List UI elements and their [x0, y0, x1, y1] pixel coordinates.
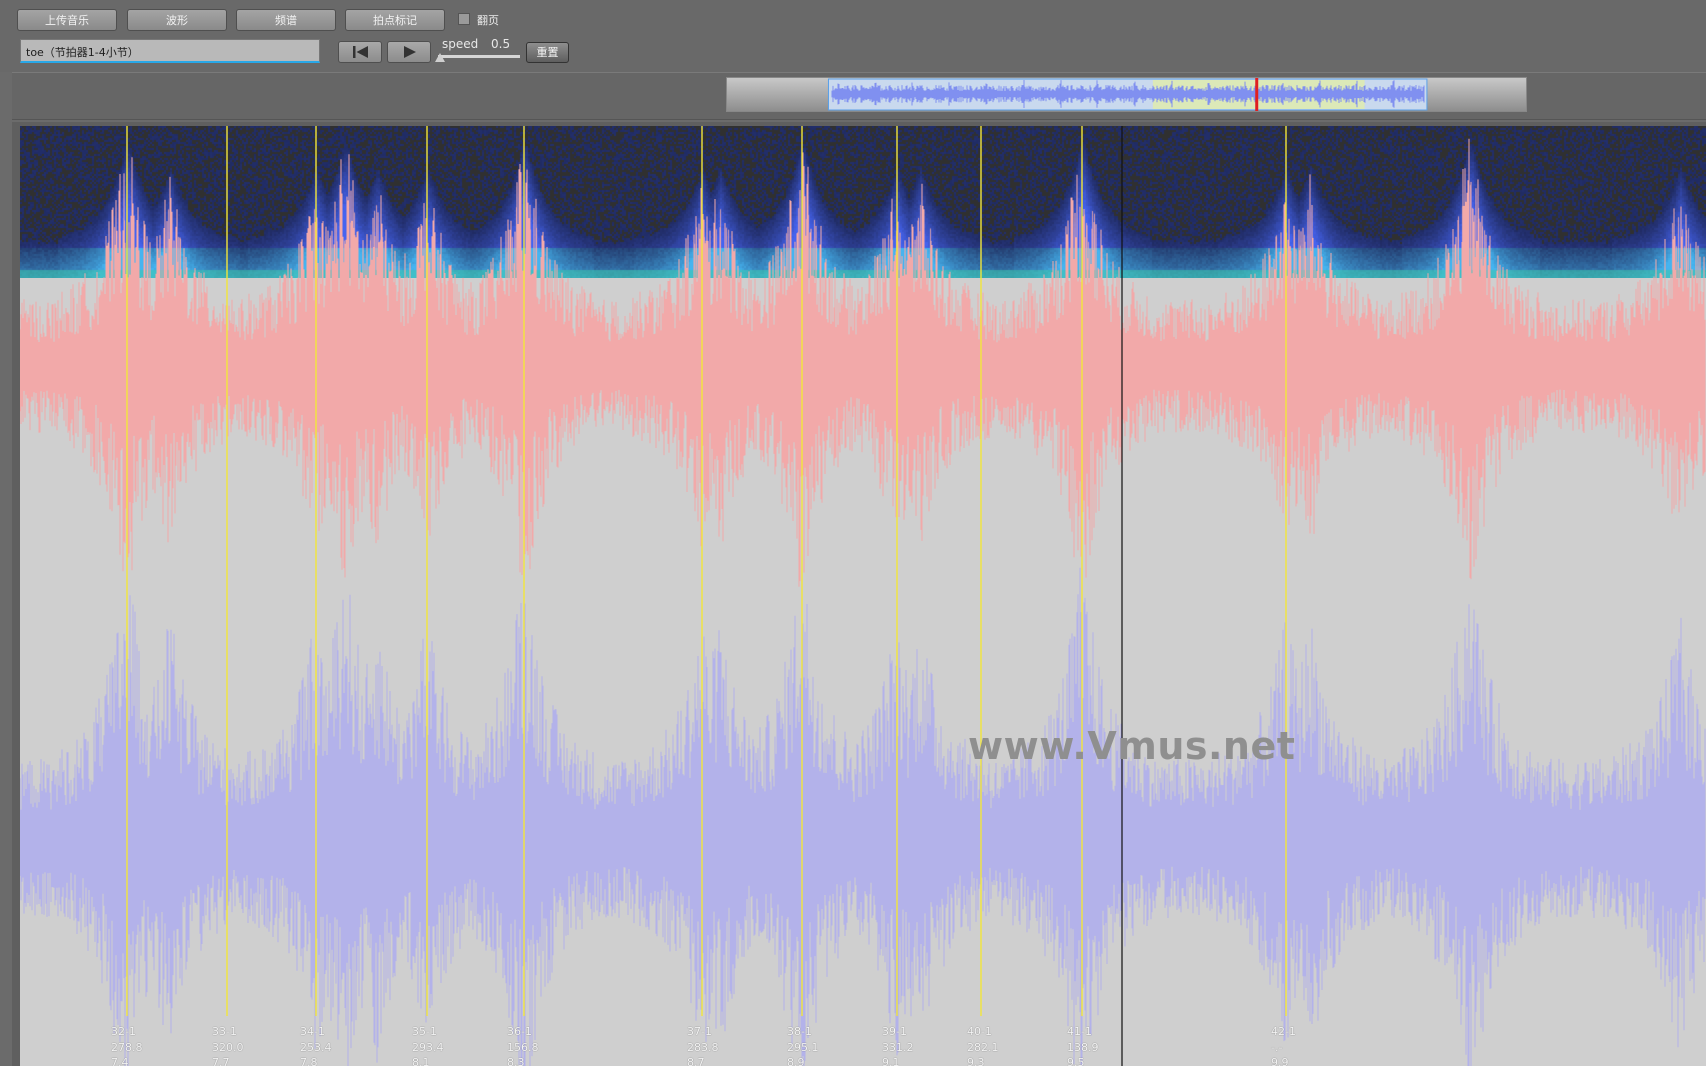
beat-time: 8.7 — [687, 1056, 705, 1066]
beat-bpm: 320.0 — [212, 1040, 244, 1054]
beat-bpm: 295.1 — [787, 1040, 819, 1054]
beat-label: 40-1 — [967, 1025, 992, 1038]
speed-label: speed — [442, 37, 479, 51]
beat-bpm: 282.1 — [967, 1040, 999, 1054]
upload-music-button[interactable]: 上传音乐 — [17, 9, 117, 31]
beat-label-33-1: 33-1 320.0 7.7 — [212, 1024, 244, 1066]
overview-strip[interactable] — [726, 77, 1527, 112]
beat-label: 38-1 — [787, 1025, 812, 1038]
waveform-editor[interactable]: www.Vmus.net 32-1 278.8 7.4 33-1 320.0 7.7 34-… — [20, 126, 1706, 1066]
beat-label-35-1: 35-1 293.4 8.1 — [412, 1024, 444, 1066]
beat-label: 36-1 — [507, 1025, 532, 1038]
speed-value: 0.5 — [491, 37, 511, 51]
beat-bpm: 278.8 — [111, 1040, 143, 1054]
beat-label: 33-1 — [212, 1025, 237, 1038]
beat-bpm: 283.8 — [687, 1040, 719, 1054]
file-name-field[interactable]: toe（节拍器1-4小节） — [20, 39, 320, 63]
beat-label: 34-1 — [300, 1025, 325, 1038]
beat-time: 8.3 — [507, 1056, 525, 1066]
play-button[interactable] — [387, 41, 431, 63]
beat-time: 8.9 — [787, 1056, 805, 1066]
beat-label-42-1: 42-1 -.- 9.9 — [1271, 1024, 1296, 1066]
beat-labels: 32-1 278.8 7.4 33-1 320.0 7.7 34-1 253.4 7.8 35-1… — [20, 126, 1706, 1066]
beat-bpm: -.- — [1271, 1040, 1283, 1054]
skip-to-start-icon — [353, 46, 368, 58]
beat-time: 9.1 — [882, 1056, 900, 1066]
spectrum-button[interactable]: 频谱 — [236, 9, 336, 31]
reset-button[interactable]: 重置 — [526, 42, 569, 63]
flip-page-label: 翻页 — [477, 14, 499, 27]
overview-waveform[interactable] — [727, 78, 1526, 111]
beat-time: 9.3 — [967, 1056, 985, 1066]
overview-playhead[interactable] — [1255, 78, 1259, 111]
beat-bpm: 331.2 — [882, 1040, 914, 1054]
beat-label: 37-1 — [687, 1025, 712, 1038]
beat-mark-button[interactable]: 拍点标记 — [345, 9, 445, 31]
flip-page-checkbox[interactable] — [458, 13, 470, 25]
beat-bpm: 156.8 — [507, 1040, 539, 1054]
beat-label-41-1: 41-1 138.9 9.5 — [1067, 1024, 1099, 1066]
beat-time: 7.7 — [212, 1056, 230, 1066]
beat-time: 9.9 — [1271, 1056, 1289, 1066]
speed-slider-thumb[interactable] — [435, 53, 445, 62]
beat-label-36-1: 36-1 156.8 8.3 — [507, 1024, 539, 1066]
beat-time: 7.4 — [111, 1056, 129, 1066]
beat-bpm: 138.9 — [1067, 1040, 1099, 1054]
beat-label-39-1: 39-1 331.2 9.1 — [882, 1024, 914, 1066]
rewind-button[interactable] — [338, 41, 382, 63]
beat-time: 8.1 — [412, 1056, 430, 1066]
beat-bpm: 253.4 — [300, 1040, 332, 1054]
beat-time: 9.5 — [1067, 1056, 1085, 1066]
speed-slider-track[interactable] — [438, 55, 520, 58]
beat-label-40-1: 40-1 282.1 9.3 — [967, 1024, 999, 1066]
beat-label-38-1: 38-1 295.1 8.9 — [787, 1024, 819, 1066]
beat-time: 7.8 — [300, 1056, 318, 1066]
toolbar: 上传音乐 波形 频谱 拍点标记 翻页 toe（节拍器1-4小节） speed 0… — [0, 0, 1706, 72]
beat-label: 42-1 — [1271, 1025, 1296, 1038]
beat-label: 39-1 — [882, 1025, 907, 1038]
beat-label: 32-1 — [111, 1025, 136, 1038]
beat-label-34-1: 34-1 253.4 7.8 — [300, 1024, 332, 1066]
beat-label-37-1: 37-1 283.8 8.7 — [687, 1024, 719, 1066]
beat-label-32-1: 32-1 278.8 7.4 — [111, 1024, 143, 1066]
beat-label: 35-1 — [412, 1025, 437, 1038]
play-icon — [404, 46, 416, 58]
beat-bpm: 293.4 — [412, 1040, 444, 1054]
beat-label: 41-1 — [1067, 1025, 1092, 1038]
waveform-button[interactable]: 波形 — [127, 9, 227, 31]
